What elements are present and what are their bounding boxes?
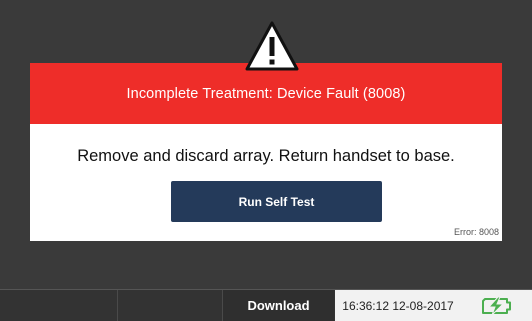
device-screen: Incomplete Treatment: Device Fault (8008…: [0, 0, 532, 321]
download-button[interactable]: Download: [223, 290, 334, 321]
status-bar: Download 16:36:12 12-08-2017: [0, 289, 532, 321]
run-self-test-button[interactable]: Run Self Test: [171, 181, 382, 222]
status-bar-slot-2: [118, 290, 223, 321]
error-code: Error: 8008: [453, 227, 499, 237]
fault-dialog: Incomplete Treatment: Device Fault (8008…: [30, 63, 502, 241]
dialog-body: Remove and discard array. Return handset…: [30, 124, 502, 241]
battery-status: [461, 290, 532, 321]
status-bar-slot-1: [0, 290, 118, 321]
dialog-message: Remove and discard array. Return handset…: [77, 147, 455, 165]
datetime-display: 16:36:12 12-08-2017: [335, 290, 461, 321]
battery-charging-icon: [481, 296, 511, 315]
dialog-title: Incomplete Treatment: Device Fault (8008…: [126, 85, 406, 102]
dialog-header: Incomplete Treatment: Device Fault (8008…: [30, 63, 502, 124]
warning-triangle-icon: [245, 21, 299, 71]
